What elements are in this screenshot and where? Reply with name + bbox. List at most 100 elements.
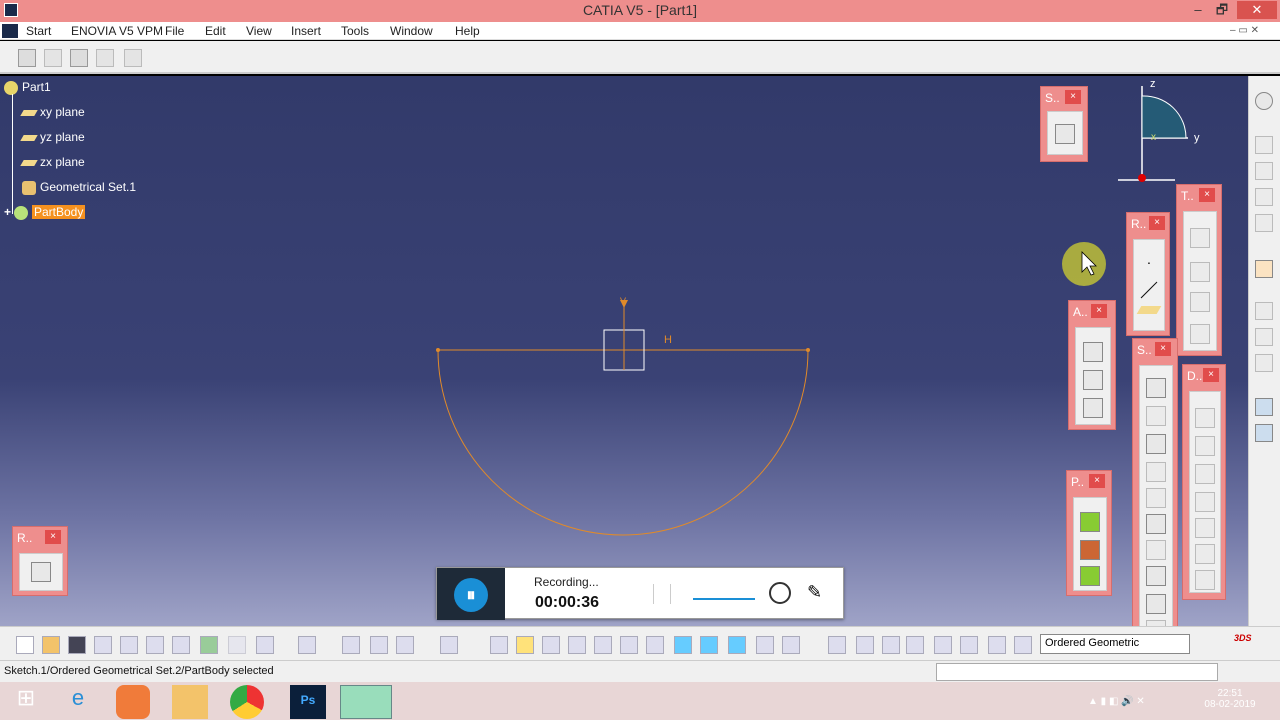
expand-plus-icon[interactable]: +: [4, 203, 14, 221]
select-arrow-icon[interactable]: [1255, 260, 1273, 278]
close-icon[interactable]: ×: [45, 530, 61, 544]
zoom-in-icon[interactable]: [594, 636, 612, 654]
render-tool-icon[interactable]: [31, 562, 51, 582]
inertia-icon[interactable]: [370, 636, 388, 654]
close-icon[interactable]: ×: [1089, 474, 1105, 488]
render-panel[interactable]: R.. ×: [12, 526, 68, 596]
drag-handle[interactable]: [653, 584, 671, 604]
right-tool-icon[interactable]: [1255, 424, 1273, 442]
capture-camera-icon[interactable]: [440, 636, 458, 654]
pen-icon[interactable]: ✎: [807, 582, 829, 604]
draft-tool-icon[interactable]: [1195, 544, 1215, 564]
close-icon[interactable]: ×: [1065, 90, 1081, 104]
draft-tool-icon[interactable]: [1195, 570, 1215, 590]
windows-start-icon[interactable]: ⊞: [4, 685, 48, 719]
measure-icon[interactable]: [342, 636, 360, 654]
tool-icon[interactable]: [1190, 228, 1210, 248]
arc-endpoint[interactable]: [436, 348, 440, 352]
restore-button[interactable]: 🗗: [1210, 1, 1234, 19]
text-annotation-icon[interactable]: [1083, 342, 1103, 362]
doc-window-controls-icon[interactable]: – ▭ ✕: [1230, 25, 1259, 36]
cut-icon[interactable]: [120, 636, 138, 654]
draft-panel[interactable]: D.. ×: [1182, 364, 1226, 600]
fill-icon[interactable]: [1146, 514, 1166, 534]
fly-icon[interactable]: [490, 636, 508, 654]
catalog-icon[interactable]: [298, 636, 316, 654]
hide-show-icon[interactable]: [756, 636, 774, 654]
offset-icon[interactable]: [1146, 594, 1166, 614]
right-tool-icon[interactable]: [1255, 328, 1273, 346]
cube-icon[interactable]: [1146, 566, 1166, 586]
annotations-panel[interactable]: A.. ×: [1068, 300, 1116, 430]
copy-icon[interactable]: [146, 636, 164, 654]
grid-icon[interactable]: [1190, 292, 1210, 312]
minimize-button[interactable]: –: [1186, 1, 1210, 19]
help-icon[interactable]: [256, 636, 274, 654]
internet-explorer-icon[interactable]: e: [56, 685, 100, 719]
shading-icon[interactable]: [728, 636, 746, 654]
pad-icon[interactable]: [1080, 512, 1100, 532]
close-icon[interactable]: ×: [1091, 304, 1107, 318]
right-tool-icon[interactable]: [1255, 398, 1273, 416]
menu-enovia[interactable]: ENOVIA V5 VPM: [71, 24, 163, 38]
shaft-icon[interactable]: [1080, 566, 1100, 586]
new-file-icon[interactable]: [16, 636, 34, 654]
close-icon[interactable]: ×: [1203, 368, 1219, 382]
pocket-icon[interactable]: [1080, 540, 1100, 560]
uc-browser-icon[interactable]: [116, 685, 150, 719]
save-icon[interactable]: [68, 636, 86, 654]
tool-icon[interactable]: [1190, 324, 1210, 344]
surface-icon[interactable]: [1146, 540, 1166, 560]
ordered-geometry-icon[interactable]: [1014, 636, 1032, 654]
tree-item-zx-plane[interactable]: zx plane: [20, 153, 85, 171]
point-icon[interactable]: ·: [1139, 254, 1159, 274]
fit-all-icon[interactable]: [516, 636, 534, 654]
compass-handle[interactable]: [1138, 174, 1146, 182]
close-icon[interactable]: ×: [1149, 216, 1165, 230]
compass-quadrant[interactable]: [1141, 95, 1187, 139]
layout-icon[interactable]: [934, 636, 952, 654]
right-tool-icon[interactable]: [1255, 354, 1273, 372]
system-tray-icons[interactable]: ▲ ▮ ◧ 🔊 ✕: [1088, 696, 1145, 707]
catia-taskbar-icon[interactable]: [340, 685, 392, 719]
plane-icon[interactable]: [1136, 306, 1162, 314]
list-icon[interactable]: [988, 636, 1006, 654]
3d-annotation-icon[interactable]: [1083, 398, 1103, 418]
semicircle-profile[interactable]: [437, 349, 809, 536]
sketch-icon[interactable]: [1055, 124, 1075, 144]
surface-icon[interactable]: [1146, 406, 1166, 426]
tools-panel[interactable]: T.. ×: [1176, 184, 1222, 356]
settings-gear-icon[interactable]: [1255, 92, 1273, 110]
update-tool-icon[interactable]: [96, 49, 114, 67]
print-icon[interactable]: [94, 636, 112, 654]
menu-start[interactable]: Start: [26, 24, 51, 38]
zoom-out-icon[interactable]: [620, 636, 638, 654]
normal-view-icon[interactable]: [646, 636, 664, 654]
edit-tool-icon[interactable]: [70, 49, 88, 67]
right-tool-icon[interactable]: [1255, 302, 1273, 320]
right-tool-icon[interactable]: [1255, 162, 1273, 180]
draft-tool-icon[interactable]: [1195, 464, 1215, 484]
pause-button[interactable]: ⏸: [454, 578, 488, 612]
sketch-tool-icon[interactable]: [18, 49, 36, 67]
part-design-panel[interactable]: P.. ×: [1066, 470, 1112, 596]
exit-tool-icon[interactable]: [44, 49, 62, 67]
surface-icon[interactable]: [1146, 462, 1166, 482]
menu-window[interactable]: Window: [390, 24, 433, 38]
rotate-icon[interactable]: [568, 636, 586, 654]
sketcher-panel[interactable]: S.. ×: [1040, 86, 1088, 162]
compass-tool-icon[interactable]: [856, 636, 874, 654]
draft-tool-icon[interactable]: [1195, 518, 1215, 538]
draft-tool-icon[interactable]: [1195, 408, 1215, 428]
multi-view-icon[interactable]: [674, 636, 692, 654]
command-input[interactable]: [936, 663, 1218, 681]
right-tool-icon[interactable]: [1255, 188, 1273, 206]
line-icon[interactable]: [1139, 280, 1159, 300]
menu-help[interactable]: Help: [455, 24, 480, 38]
taskbar-clock[interactable]: 22:51 08-02-2019: [1200, 688, 1260, 710]
chrome-icon[interactable]: [230, 685, 264, 719]
photoshop-icon[interactable]: Ps: [290, 685, 326, 719]
close-icon[interactable]: ×: [1199, 188, 1215, 202]
menu-file[interactable]: File: [165, 24, 184, 38]
tool-icon[interactable]: [396, 636, 414, 654]
